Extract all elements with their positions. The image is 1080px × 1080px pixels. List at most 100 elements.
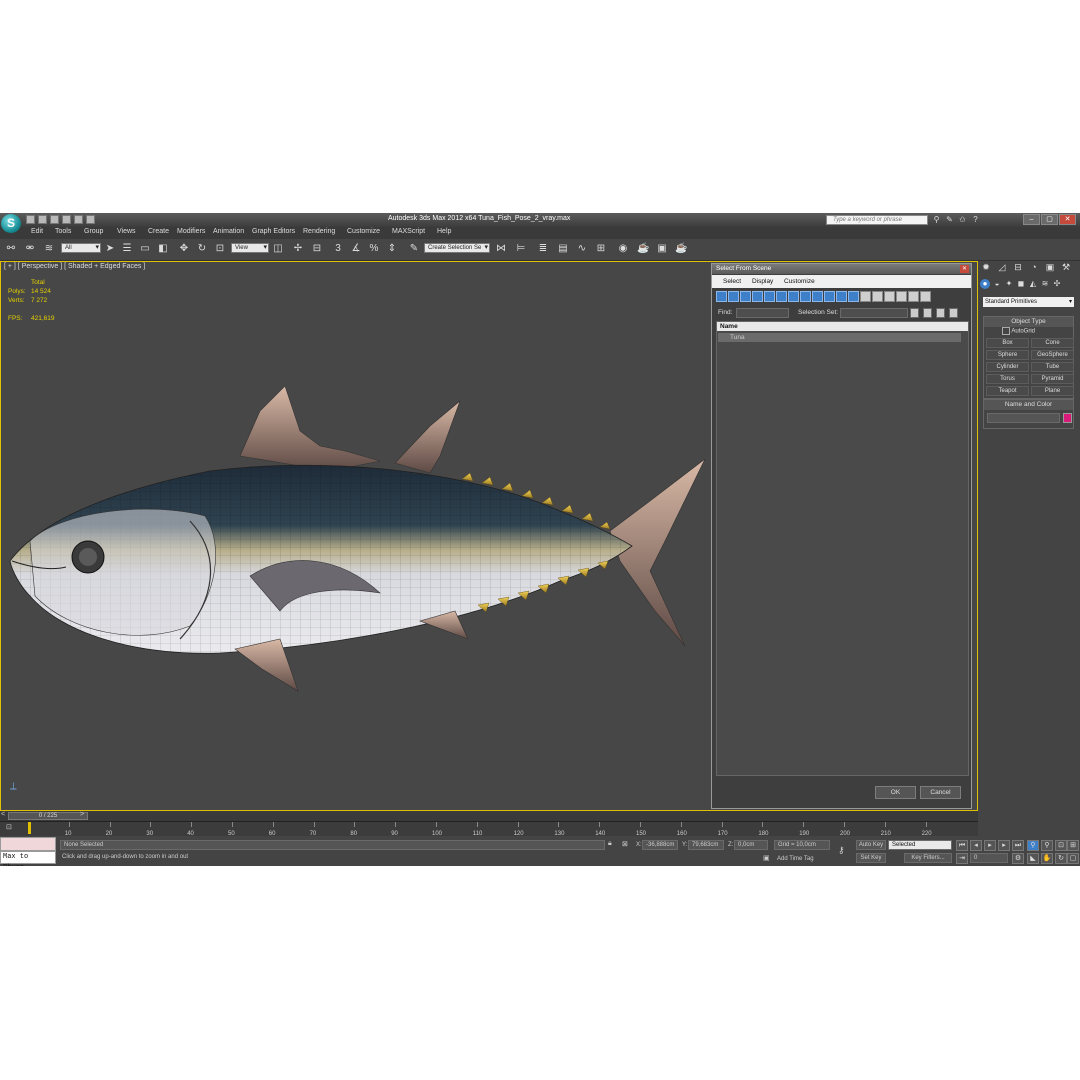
curve-editor-icon[interactable]: ∿: [576, 243, 588, 255]
helpers-category-icon[interactable]: ◭: [1028, 279, 1038, 289]
key-mode-icon[interactable]: ⇥: [956, 853, 968, 864]
primitive-type-dropdown[interactable]: Standard Primitives: [983, 297, 1074, 307]
maxscript-listener-output[interactable]: Max to Physc.: [0, 851, 56, 866]
graphite-tools-icon[interactable]: ▤: [557, 243, 569, 255]
move-icon[interactable]: ✥: [178, 243, 190, 255]
field-of-view-icon[interactable]: ◣: [1027, 853, 1039, 864]
zoom-extents-icon[interactable]: ⊡: [1055, 840, 1067, 851]
pan-view-icon[interactable]: ✋: [1041, 853, 1053, 864]
zoom-all-icon[interactable]: ⚲: [1041, 840, 1053, 851]
dialog-menu-customize[interactable]: Customize: [784, 278, 815, 285]
time-slider[interactable]: 0 / 225: [8, 812, 88, 820]
time-slider-next-icon[interactable]: >: [80, 811, 84, 818]
select-invert-icon[interactable]: [884, 291, 895, 302]
menu-help[interactable]: Help: [437, 228, 451, 235]
maximize-viewport-icon[interactable]: ▢: [1067, 853, 1079, 864]
menu-rendering[interactable]: Rendering: [303, 228, 335, 235]
x-coordinate-input[interactable]: -36,888cm: [642, 840, 678, 850]
filter-hidden-icon[interactable]: [848, 291, 859, 302]
render-production-icon[interactable]: ☕: [675, 243, 687, 255]
menu-create[interactable]: Create: [148, 228, 169, 235]
cameras-category-icon[interactable]: ◼: [1016, 279, 1026, 289]
menu-tools[interactable]: Tools: [55, 228, 71, 235]
key-filters-button[interactable]: Key Filters...: [904, 853, 952, 863]
snap-toggle-icon[interactable]: 3: [332, 243, 344, 255]
autogrid-checkbox[interactable]: [1002, 327, 1010, 335]
dialog-menu-select[interactable]: Select: [723, 278, 741, 285]
filter-geometry-icon[interactable]: [716, 291, 727, 302]
help-icon[interactable]: ?: [971, 215, 980, 224]
column-header-name[interactable]: Name: [717, 322, 968, 331]
absolute-mode-icon[interactable]: ⊠: [622, 840, 628, 848]
select-none-icon[interactable]: [872, 291, 883, 302]
filter-funnel-icon[interactable]: [908, 291, 919, 302]
ok-button[interactable]: OK: [875, 786, 916, 799]
object-name-input[interactable]: [987, 413, 1060, 423]
add-time-tag-button[interactable]: Add Time Tag: [777, 856, 814, 862]
motion-tab-icon[interactable]: ◔: [1028, 261, 1040, 273]
viewport-label[interactable]: [ + ] [ Perspective ] [ Shaded + Edged F…: [4, 263, 145, 270]
lights-category-icon[interactable]: ✦: [1004, 279, 1014, 289]
geometry-category-icon[interactable]: ●: [980, 279, 990, 289]
unlink-icon[interactable]: ⚮: [24, 243, 36, 255]
mini-curve-editor-icon[interactable]: ⊡: [6, 823, 12, 831]
modify-tab-icon[interactable]: ◿: [996, 261, 1008, 273]
window-crossing-icon[interactable]: ◧: [157, 243, 169, 255]
time-config-icon[interactable]: ⚙: [1012, 853, 1024, 864]
menu-graph-editors[interactable]: Graph Editors: [252, 228, 295, 235]
subscription-icon[interactable]: ✎: [945, 215, 954, 224]
filter-bones-icon[interactable]: [812, 291, 823, 302]
systems-category-icon[interactable]: ✣: [1052, 279, 1062, 289]
current-frame-input[interactable]: 0: [970, 853, 1008, 863]
align-icon[interactable]: ⊨: [515, 243, 527, 255]
edit-set-icon[interactable]: [936, 308, 945, 318]
plane-button[interactable]: Plane: [1031, 386, 1074, 396]
menu-edit[interactable]: Edit: [31, 228, 43, 235]
link-icon[interactable]: ⚯: [5, 243, 17, 255]
mirror-icon[interactable]: ⋈: [495, 243, 507, 255]
current-frame-marker[interactable]: [28, 822, 31, 834]
layer-manager-icon[interactable]: ≣: [537, 243, 549, 255]
render-setup-icon[interactable]: ☕: [637, 243, 649, 255]
tube-button[interactable]: Tube: [1031, 362, 1074, 372]
next-frame-icon[interactable]: ▸: [998, 840, 1010, 851]
previous-frame-icon[interactable]: ◂: [970, 840, 982, 851]
create-tab-icon[interactable]: ✹: [980, 261, 992, 273]
track-bar[interactable]: ⊡ 10 20 30 40 50 60 70 80 90 100 110 120 130 140 150 16…: [0, 821, 978, 837]
redo-icon[interactable]: [74, 215, 83, 224]
time-tag-icon[interactable]: ▣: [763, 854, 770, 862]
key-selection-dropdown[interactable]: Selected: [888, 840, 952, 850]
object-type-title[interactable]: Object Type: [984, 317, 1073, 327]
material-editor-icon[interactable]: ◉: [617, 243, 629, 255]
z-coordinate-input[interactable]: 0,0cm: [734, 840, 768, 850]
new-file-icon[interactable]: [26, 215, 35, 224]
undo-icon[interactable]: [62, 215, 71, 224]
scale-icon[interactable]: ⊡: [214, 243, 226, 255]
cancel-button[interactable]: Cancel: [920, 786, 961, 799]
bind-space-warp-icon[interactable]: ≋: [43, 243, 55, 255]
menu-views[interactable]: Views: [117, 228, 136, 235]
tuna-fish-model[interactable]: [0, 371, 710, 706]
filter-containers-icon[interactable]: [824, 291, 835, 302]
keyboard-shortcut-icon[interactable]: ⊟: [311, 243, 323, 255]
object-color-swatch[interactable]: [1063, 413, 1072, 423]
menu-animation[interactable]: Animation: [213, 228, 244, 235]
minimize-button[interactable]: –: [1023, 214, 1040, 225]
edit-named-selection-icon[interactable]: ✎: [408, 243, 420, 255]
selection-set-arrow-icon[interactable]: [910, 308, 919, 318]
app-logo-icon[interactable]: S: [1, 214, 21, 233]
box-button[interactable]: Box: [986, 338, 1029, 348]
open-file-icon[interactable]: [38, 215, 47, 224]
cone-button[interactable]: Cone: [1031, 338, 1074, 348]
save-file-icon[interactable]: [50, 215, 59, 224]
selection-filter-dropdown[interactable]: All: [61, 243, 101, 253]
binoculars-icon[interactable]: ⚲: [932, 215, 941, 224]
named-selection-dropdown[interactable]: Create Selection Se: [424, 243, 490, 253]
rectangular-selection-icon[interactable]: ▭: [139, 243, 151, 255]
filter-lights-icon[interactable]: [740, 291, 751, 302]
schematic-view-icon[interactable]: ⊞: [595, 243, 607, 255]
play-icon[interactable]: ▸: [984, 840, 996, 851]
angle-snap-icon[interactable]: ∡: [350, 243, 362, 255]
menu-customize[interactable]: Customize: [347, 228, 380, 235]
spacewarps-category-icon[interactable]: ≋: [1040, 279, 1050, 289]
